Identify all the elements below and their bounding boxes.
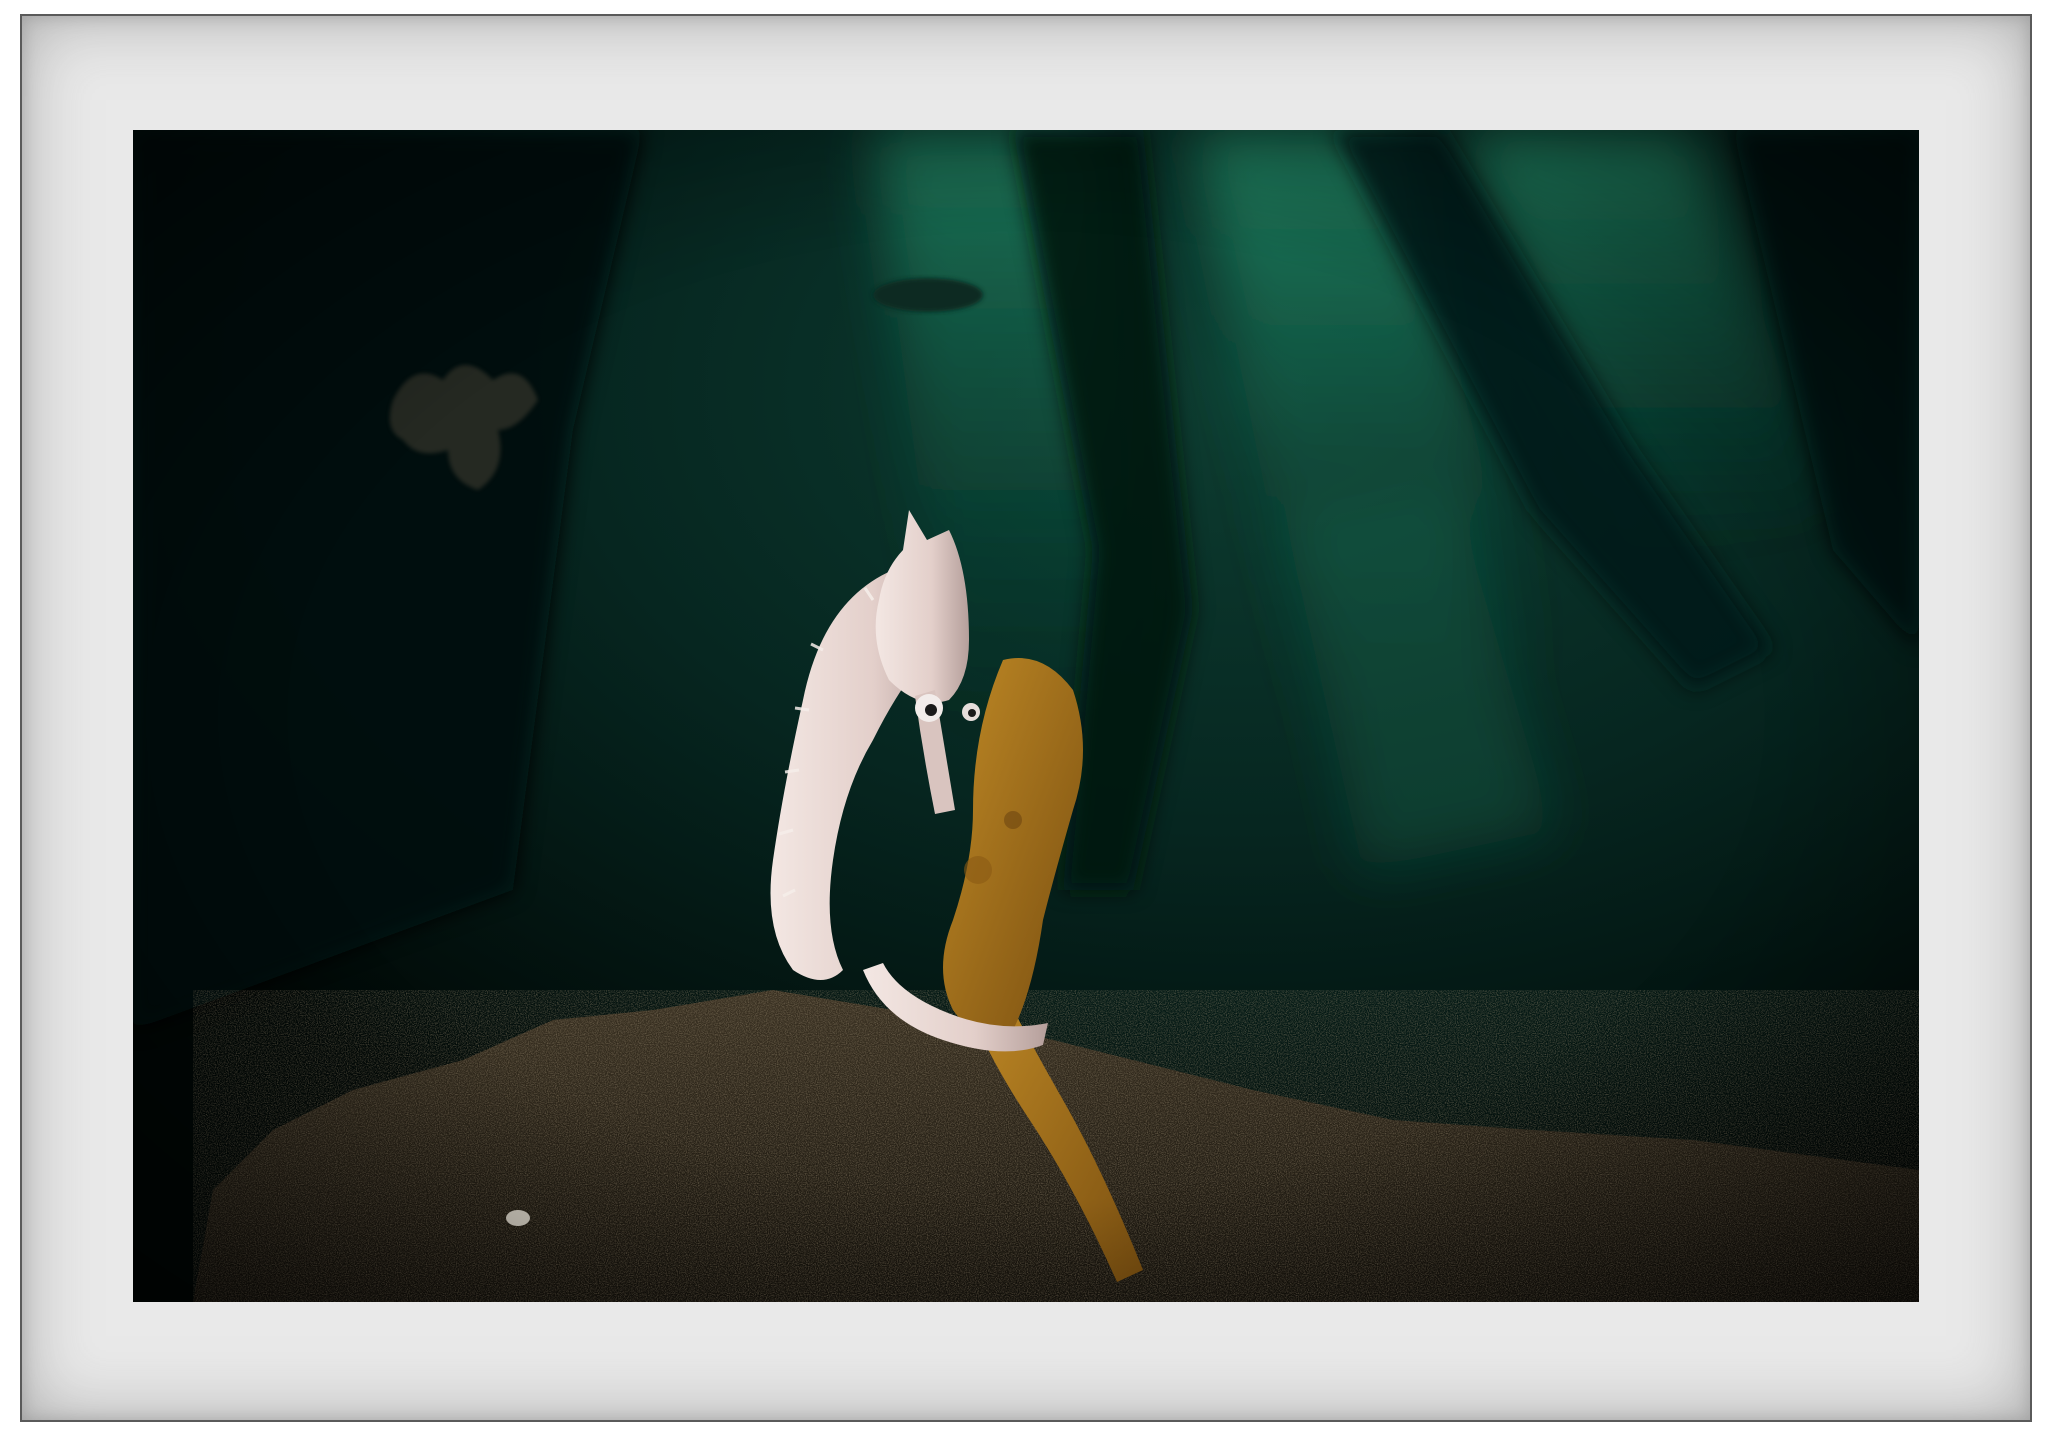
vignette	[133, 130, 1919, 1302]
underwater-photo	[133, 130, 1919, 1302]
page	[0, 0, 2048, 1446]
